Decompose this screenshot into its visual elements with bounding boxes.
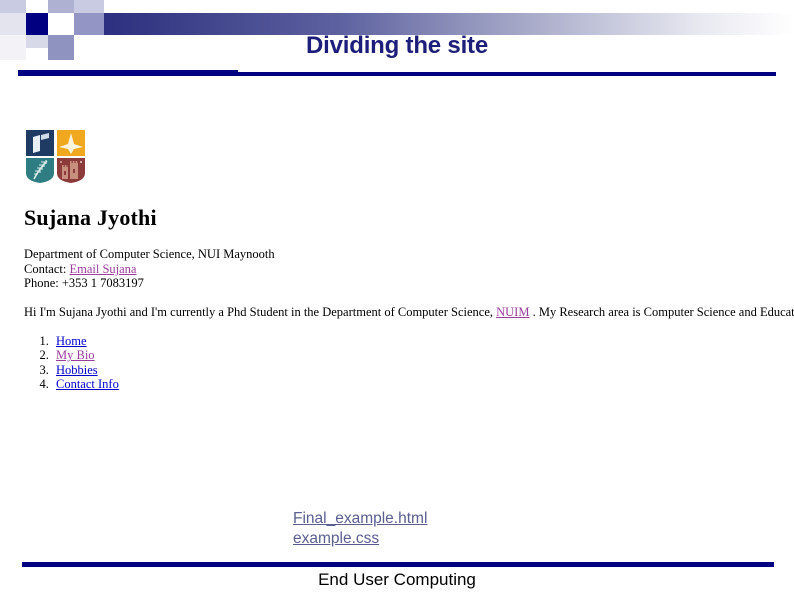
deco-square-1 [0, 0, 26, 13]
department-line: Department of Computer Science, NUI Mayn… [24, 247, 275, 261]
contact-line: Contact: Email Sujana [24, 262, 275, 277]
phone-line: Phone: +353 1 7083197 [24, 276, 144, 291]
nav-link-hobbies[interactable]: Hobbies [56, 363, 98, 377]
intro-text-part2: . My Research area is Computer Science a… [529, 305, 794, 319]
page-title: Dividing the site [306, 32, 488, 59]
intro-text-part1: Hi I'm Sujana Jyothi and I'm currently a… [24, 305, 497, 319]
footer-rule [22, 562, 774, 567]
site-nav-list: Home My Bio Hobbies Contact Info [24, 334, 119, 392]
nav-link-my-bio[interactable]: My Bio [56, 348, 95, 362]
list-item: My Bio [52, 348, 119, 362]
final-example-html-link[interactable]: Final_example.html [293, 509, 427, 529]
header-rule-right [236, 72, 776, 76]
contact-label: Contact: [24, 261, 70, 276]
deco-square-5 [48, 0, 74, 13]
nui-maynooth-crest-icon [25, 129, 87, 184]
deco-square-7 [74, 0, 104, 13]
list-item: Contact Info [52, 377, 119, 391]
email-sujana-link[interactable]: Email Sujana [69, 262, 136, 276]
footer-text: End User Computing [318, 570, 476, 589]
example-css-link[interactable]: example.css [293, 529, 427, 549]
nuim-link[interactable]: NUIM [496, 305, 529, 319]
contact-details-block: Department of Computer Science, NUI Mayn… [24, 247, 275, 291]
nav-link-home[interactable]: Home [56, 334, 87, 348]
list-item: Hobbies [52, 363, 119, 377]
embedded-webpage-screenshot: Sujana Jyothi Department of Computer Sci… [0, 112, 794, 402]
nav-link-contact-info[interactable]: Contact Info [56, 377, 119, 391]
header-rule-left [18, 70, 238, 76]
file-links-group: Final_example.html example.css [293, 509, 427, 549]
person-name-heading: Sujana Jyothi [24, 205, 157, 230]
list-item: Home [52, 334, 119, 348]
intro-paragraph: Hi I'm Sujana Jyothi and I'm currently a… [24, 305, 794, 320]
